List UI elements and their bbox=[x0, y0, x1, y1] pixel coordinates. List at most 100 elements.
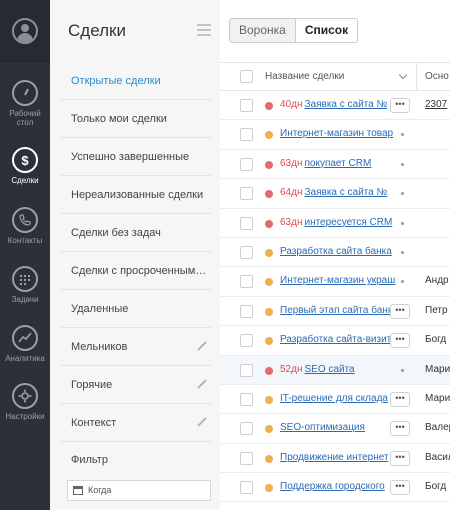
table-row[interactable]: Разработка сайта банка bbox=[220, 238, 450, 268]
table-row[interactable]: 40дн Заявка с сайта № ••• 2307 bbox=[220, 91, 450, 121]
menu-item-no-tasks[interactable]: Сделки без задач bbox=[61, 214, 211, 252]
column-header-basis[interactable]: Осно bbox=[425, 71, 449, 82]
date-filter-input[interactable]: Когда bbox=[67, 480, 211, 501]
avatar-icon[interactable] bbox=[12, 17, 38, 44]
status-dot-icon bbox=[265, 190, 273, 199]
deal-cell: IT-решение для склада bbox=[280, 393, 405, 404]
menu-item-label: Удаленные bbox=[71, 303, 129, 315]
table-row[interactable]: Продвижение интернет••• Васил bbox=[220, 444, 450, 474]
deal-name-link[interactable]: покупает CRM bbox=[304, 158, 371, 169]
deal-name-link[interactable]: Интернет-магазин товар bbox=[280, 128, 393, 139]
row-more-button[interactable]: ••• bbox=[390, 333, 410, 349]
chart-line-icon bbox=[12, 325, 38, 351]
deal-name-link[interactable]: SEO сайта bbox=[304, 364, 354, 375]
deal-name-link[interactable]: Первый этап сайта банка bbox=[280, 305, 398, 316]
menu-title: Сделки bbox=[68, 21, 126, 40]
table-row[interactable]: Первый этап сайта банка ••• Петр bbox=[220, 297, 450, 327]
status-dot-icon bbox=[265, 278, 273, 287]
tab-list[interactable]: Список bbox=[295, 18, 359, 43]
table-row[interactable]: 63дн интересуется CRM bbox=[220, 209, 450, 238]
menu-item-unrealized[interactable]: Нереализованные сделки bbox=[61, 176, 211, 214]
deal-name-link[interactable]: Заявка с сайта № bbox=[304, 99, 387, 110]
rail-label: Контакты bbox=[7, 236, 43, 245]
row-checkbox[interactable] bbox=[240, 99, 253, 112]
status-dot-icon bbox=[265, 484, 273, 493]
row-more-button[interactable]: ••• bbox=[390, 450, 410, 466]
row-checkbox[interactable] bbox=[240, 157, 253, 171]
tab-funnel[interactable]: Воронка bbox=[229, 18, 296, 43]
row-more-button[interactable]: ••• bbox=[390, 421, 410, 437]
deal-name-link[interactable]: Заявка с сайта № bbox=[304, 187, 387, 198]
rail-label: Аналитика bbox=[5, 354, 45, 363]
column-divider[interactable] bbox=[416, 63, 417, 91]
menu-item-label: Нереализованные сделки bbox=[71, 189, 204, 201]
row-more-button[interactable]: ••• bbox=[390, 480, 410, 496]
deal-name-link[interactable]: Поддержка городского bbox=[280, 481, 385, 492]
user-avatar-area[interactable] bbox=[0, 0, 50, 62]
row-more-button[interactable]: ••• bbox=[390, 98, 410, 113]
select-all-checkbox[interactable] bbox=[240, 70, 253, 83]
table-row[interactable]: 64дн Заявка с сайта № bbox=[220, 179, 450, 209]
rail-item-contacts[interactable]: Контакты bbox=[0, 207, 50, 265]
menu-burger-icon[interactable] bbox=[197, 24, 211, 39]
deal-cell: SEO-оптимизация bbox=[280, 422, 405, 433]
row-checkbox[interactable] bbox=[240, 216, 253, 230]
menu-item-my-deals[interactable]: Только мои сделки bbox=[61, 100, 211, 138]
table-row[interactable]: 52дн SEO сайта Мари bbox=[220, 355, 450, 385]
row-more-button[interactable]: ••• bbox=[390, 391, 410, 407]
menu-item-label: Открытые сделки bbox=[71, 75, 161, 87]
deal-name-link[interactable]: Разработка сайта-визитки bbox=[280, 334, 401, 345]
row-checkbox[interactable] bbox=[240, 128, 253, 142]
menu-item-context[interactable]: Контекст bbox=[61, 404, 211, 442]
gear-icon bbox=[12, 383, 38, 409]
row-checkbox[interactable] bbox=[240, 187, 253, 201]
deal-name-link[interactable]: Продвижение интернет bbox=[280, 452, 389, 463]
menu-item-open-deals[interactable]: Открытые сделки bbox=[61, 62, 211, 100]
menu-item-label: Сделки без задач bbox=[71, 227, 161, 239]
row-checkbox[interactable] bbox=[240, 334, 253, 348]
deal-name-link[interactable]: интересуется CRM bbox=[304, 217, 392, 228]
deal-cell: Поддержка городского bbox=[280, 481, 405, 492]
table-row[interactable]: 63дн покупает CRM bbox=[220, 150, 450, 180]
menu-item-completed[interactable]: Успешно завершенные bbox=[61, 138, 211, 176]
chevron-down-icon[interactable] bbox=[398, 70, 408, 80]
basis-cell[interactable]: 2307 bbox=[425, 99, 447, 110]
deal-name-link[interactable]: SEO-оптимизация bbox=[280, 422, 365, 433]
overdue-days: 40дн bbox=[280, 99, 303, 110]
deal-name-link[interactable]: Интернет-магазин украш bbox=[280, 275, 395, 286]
row-checkbox[interactable] bbox=[240, 275, 253, 289]
deal-name-link[interactable]: IT-решение для склада bbox=[280, 393, 388, 404]
table-row[interactable]: Разработка сайта-визитки ••• Богд bbox=[220, 326, 450, 356]
pencil-icon[interactable] bbox=[197, 341, 207, 351]
basis-cell: Петр bbox=[425, 304, 448, 316]
row-checkbox[interactable] bbox=[240, 481, 253, 495]
deal-name-link[interactable]: Разработка сайта банка bbox=[280, 246, 392, 257]
row-checkbox[interactable] bbox=[240, 363, 253, 377]
row-checkbox[interactable] bbox=[240, 451, 253, 465]
menu-item-melnikov[interactable]: Мельников bbox=[61, 328, 211, 366]
pencil-icon[interactable] bbox=[197, 379, 207, 389]
row-checkbox[interactable] bbox=[240, 304, 253, 318]
row-checkbox[interactable] bbox=[240, 422, 253, 436]
table-row[interactable]: Интернет-магазин товар bbox=[220, 120, 450, 150]
rail-item-deals[interactable]: $ Сделки bbox=[0, 147, 50, 205]
row-checkbox[interactable] bbox=[240, 245, 253, 259]
table-row[interactable]: SEO-оптимизация ••• Валер bbox=[220, 414, 450, 444]
menu-item-overdue[interactable]: Сделки с просроченными ... bbox=[61, 252, 211, 290]
table-row[interactable]: IT-решение для склада ••• Мари bbox=[220, 385, 450, 415]
row-more-button[interactable]: ••• bbox=[390, 303, 410, 319]
rail-item-tasks[interactable]: Задачи bbox=[0, 266, 50, 324]
rail-item-dashboard[interactable]: Рабочий стол bbox=[0, 80, 50, 138]
status-dot-icon bbox=[265, 248, 273, 257]
table-row[interactable]: Поддержка городского ••• Богд bbox=[220, 473, 450, 503]
menu-item-deleted[interactable]: Удаленные bbox=[61, 290, 211, 328]
column-header-name[interactable]: Название сделки bbox=[265, 71, 344, 82]
rail-item-analytics[interactable]: Аналитика bbox=[0, 325, 50, 383]
rail-item-settings[interactable]: Настройки bbox=[0, 383, 50, 441]
status-dot-icon bbox=[265, 219, 273, 228]
menu-item-hot[interactable]: Горячие bbox=[61, 366, 211, 404]
status-dot-icon bbox=[265, 395, 273, 404]
pencil-icon[interactable] bbox=[197, 417, 207, 427]
row-checkbox[interactable] bbox=[240, 392, 253, 406]
table-row[interactable]: Интернет-магазин украш Андр bbox=[220, 267, 450, 297]
